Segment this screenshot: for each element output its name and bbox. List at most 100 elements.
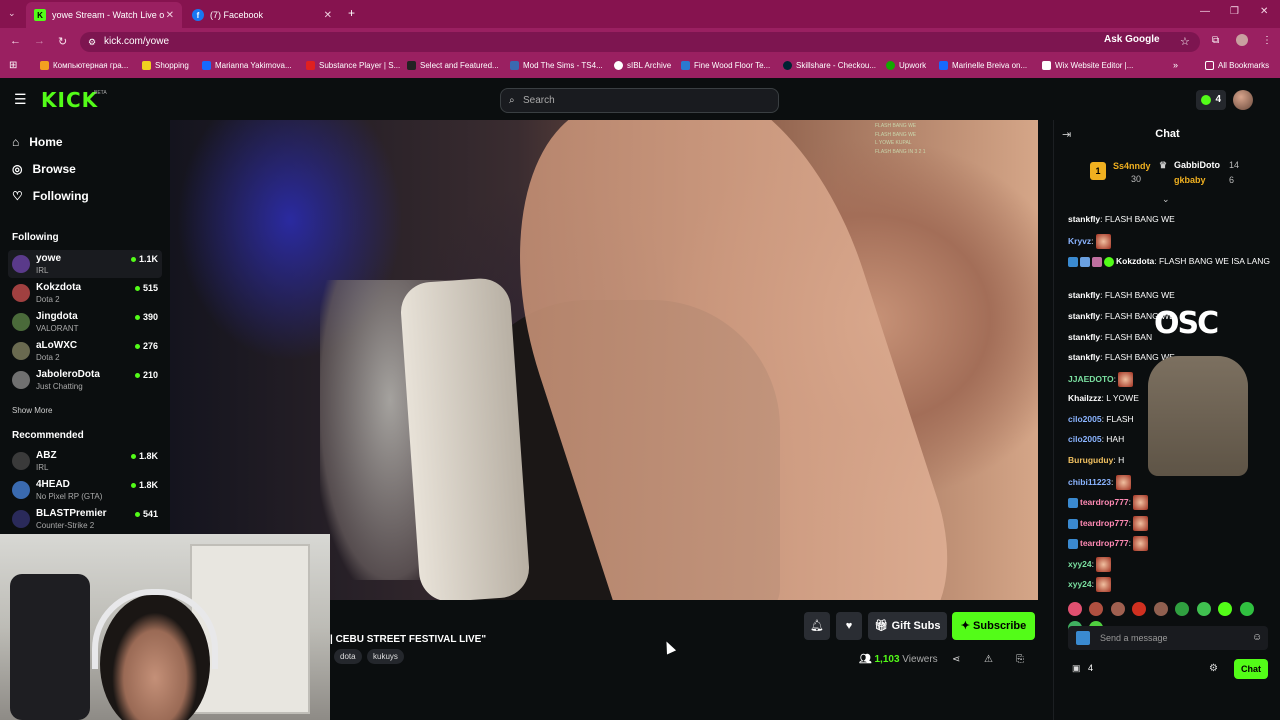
bookmark-item[interactable]: Компьютерная гра... xyxy=(40,61,128,70)
emoji-icon[interactable]: ☺ xyxy=(1252,626,1262,650)
following-channel[interactable]: aLoWXC Dota 2 276 xyxy=(8,337,162,365)
chat-username[interactable]: Kokzdota xyxy=(1116,256,1154,266)
following-channel[interactable]: JaboleroDota Just Chatting 210 xyxy=(8,366,162,394)
chat-username[interactable]: Kryvz xyxy=(1068,236,1091,246)
leaderboard-name[interactable]: gkbaby xyxy=(1174,175,1206,185)
user-avatar[interactable] xyxy=(1233,90,1253,110)
all-bookmarks-button[interactable]: All Bookmarks xyxy=(1205,61,1269,70)
badge-icon xyxy=(1068,497,1078,508)
hamburger-menu-icon[interactable]: ☰ xyxy=(14,91,27,108)
tab-kick[interactable]: K yowe Stream - Watch Live o ✕ xyxy=(26,2,182,28)
emote-icon[interactable] xyxy=(1089,602,1104,616)
minimize-icon[interactable]: — xyxy=(1200,6,1210,17)
chat-username[interactable]: stankfly xyxy=(1068,332,1100,342)
extensions-icon[interactable]: ⧉ xyxy=(1212,35,1219,46)
live-dot-icon xyxy=(134,373,140,379)
emote-icon[interactable] xyxy=(1110,602,1125,616)
chat-message-input[interactable]: Send a message ☺ xyxy=(1068,626,1268,650)
chat-username[interactable]: xyy24 xyxy=(1068,579,1092,589)
notification-bell-button[interactable]: 🔔︎ xyxy=(804,612,830,640)
subscribe-button[interactable]: ✦ Subscribe xyxy=(952,612,1035,640)
chat-username[interactable]: chibi11223 xyxy=(1068,477,1111,487)
chat-username[interactable]: JJAEDOTO xyxy=(1068,374,1114,384)
bookmark-item[interactable]: Wix Website Editor |... xyxy=(1042,61,1133,70)
sidebar-item-browse[interactable]: ◎ Browse xyxy=(12,162,76,176)
emote-icon[interactable] xyxy=(1218,602,1233,616)
recommended-channel[interactable]: 4HEAD No Pixel RP (GTA) 1.8K xyxy=(8,476,162,504)
notifications-button[interactable]: 4 xyxy=(1196,90,1226,110)
leaderboard-name[interactable]: Ss4nndy xyxy=(1113,161,1151,171)
chat-username[interactable]: Buruguduy xyxy=(1068,455,1113,465)
sidebar-item-home[interactable]: ⌂ Home xyxy=(12,135,63,149)
share-icon[interactable]: ⋖ xyxy=(952,654,960,665)
kick-logo[interactable]: KICK xyxy=(41,88,98,112)
chat-username[interactable]: stankfly xyxy=(1068,352,1100,362)
apps-icon[interactable]: ⊞ xyxy=(9,60,17,71)
more-bookmarks-icon[interactable]: » xyxy=(1173,60,1178,70)
following-channel[interactable]: Kokzdota Dota 2 515 xyxy=(8,279,162,307)
bookmark-item[interactable]: Marianna Yakimova... xyxy=(202,61,292,70)
expand-leaderboard-icon[interactable]: ⌄ xyxy=(1162,194,1170,205)
emote-icon[interactable] xyxy=(1132,602,1147,616)
stream-tag[interactable]: dota xyxy=(334,649,362,664)
video-player[interactable]: FLASH BANG WE FLASH BANG WE L YOWE KUPAL… xyxy=(170,120,1038,600)
bookmark-item[interactable]: Upwork xyxy=(886,61,926,70)
bookmark-item[interactable]: sIBL Archive xyxy=(614,61,671,70)
chat-username[interactable]: Khailzzz xyxy=(1068,393,1102,403)
chat-username[interactable]: stankfly xyxy=(1068,290,1100,300)
close-tab-icon[interactable]: ✕ xyxy=(324,10,332,21)
gift-subs-button[interactable]: 🎁︎ Gift Subs xyxy=(868,612,947,640)
new-tab-icon[interactable]: + xyxy=(348,6,355,20)
ask-google-button[interactable]: Ask Google xyxy=(1104,34,1160,45)
site-info-icon[interactable]: ⚙ xyxy=(88,32,96,52)
bookmark-favicon-icon xyxy=(783,61,792,70)
emote-icon[interactable] xyxy=(1196,602,1211,616)
menu-icon[interactable]: ⋮ xyxy=(1262,35,1272,46)
chat-username[interactable]: teardrop777 xyxy=(1080,538,1129,548)
bookmark-item[interactable]: Select and Featured... xyxy=(407,61,499,70)
emote-icon[interactable] xyxy=(1068,602,1082,616)
chat-username[interactable]: teardrop777 xyxy=(1080,497,1129,507)
follow-button[interactable]: ♥ xyxy=(836,612,862,640)
emote-icon[interactable] xyxy=(1239,602,1254,616)
sidebar-item-following[interactable]: ♡ Following xyxy=(12,189,89,203)
send-chat-button[interactable]: Chat xyxy=(1234,659,1268,679)
tab-facebook[interactable]: f (7) Facebook ✕ xyxy=(184,2,340,28)
recommended-channel[interactable]: ABZ IRL 1.8K xyxy=(8,447,162,475)
following-channel[interactable]: Jingdota VALORANT 390 xyxy=(8,308,162,336)
forward-icon[interactable]: → xyxy=(34,35,45,47)
stream-tag[interactable]: kukuys xyxy=(367,649,404,664)
tab-search-icon[interactable]: ⌄ xyxy=(8,8,16,19)
points-gift-icon[interactable]: ▣ xyxy=(1072,663,1081,674)
chat-username[interactable]: cilo2005 xyxy=(1068,414,1102,424)
emote-icon[interactable] xyxy=(1175,602,1190,616)
chat-username[interactable]: xyy24 xyxy=(1068,559,1092,569)
clip-icon[interactable]: ⎘ xyxy=(1016,654,1024,665)
report-icon[interactable]: ⚠ xyxy=(984,654,993,665)
bookmark-item[interactable]: Marinelle Breiva on... xyxy=(939,61,1027,70)
back-icon[interactable]: ← xyxy=(10,35,21,47)
leaderboard-name[interactable]: GabbiDoto xyxy=(1174,160,1220,170)
bookmark-star-icon[interactable]: ☆ xyxy=(1180,35,1190,48)
search-input[interactable]: ⌕ Search xyxy=(500,88,779,113)
chat-username[interactable]: cilo2005 xyxy=(1068,434,1102,444)
chat-settings-icon[interactable]: ⚙ xyxy=(1209,663,1218,674)
bookmark-item[interactable]: Shopping xyxy=(142,61,189,70)
close-tab-icon[interactable]: ✕ xyxy=(166,10,174,21)
restore-icon[interactable]: ❐ xyxy=(1230,6,1239,17)
recommended-channel[interactable]: BLASTPremier Counter-Strike 2 541 xyxy=(8,505,162,533)
profile-icon[interactable] xyxy=(1236,34,1248,46)
bookmark-item[interactable]: Mod The Sims - TS4... xyxy=(510,61,603,70)
emote-icon[interactable] xyxy=(1153,602,1168,616)
bookmark-item[interactable]: Substance Player | S... xyxy=(306,61,400,70)
following-channel[interactable]: yowe IRL 1.1K xyxy=(8,250,162,278)
bookmark-item[interactable]: Skillshare - Checkou... xyxy=(783,61,876,70)
chat-username[interactable]: stankfly xyxy=(1068,214,1100,224)
chat-username[interactable]: teardrop777 xyxy=(1080,518,1129,528)
reload-icon[interactable]: ↻ xyxy=(58,35,67,48)
bookmark-item[interactable]: Fine Wood Floor Te... xyxy=(681,61,770,70)
close-window-icon[interactable]: ✕ xyxy=(1260,6,1268,17)
url-field[interactable]: ⚙ kick.com/yowe xyxy=(80,32,1200,52)
chat-username[interactable]: stankfly xyxy=(1068,311,1100,321)
show-more-link[interactable]: Show More xyxy=(12,406,52,415)
